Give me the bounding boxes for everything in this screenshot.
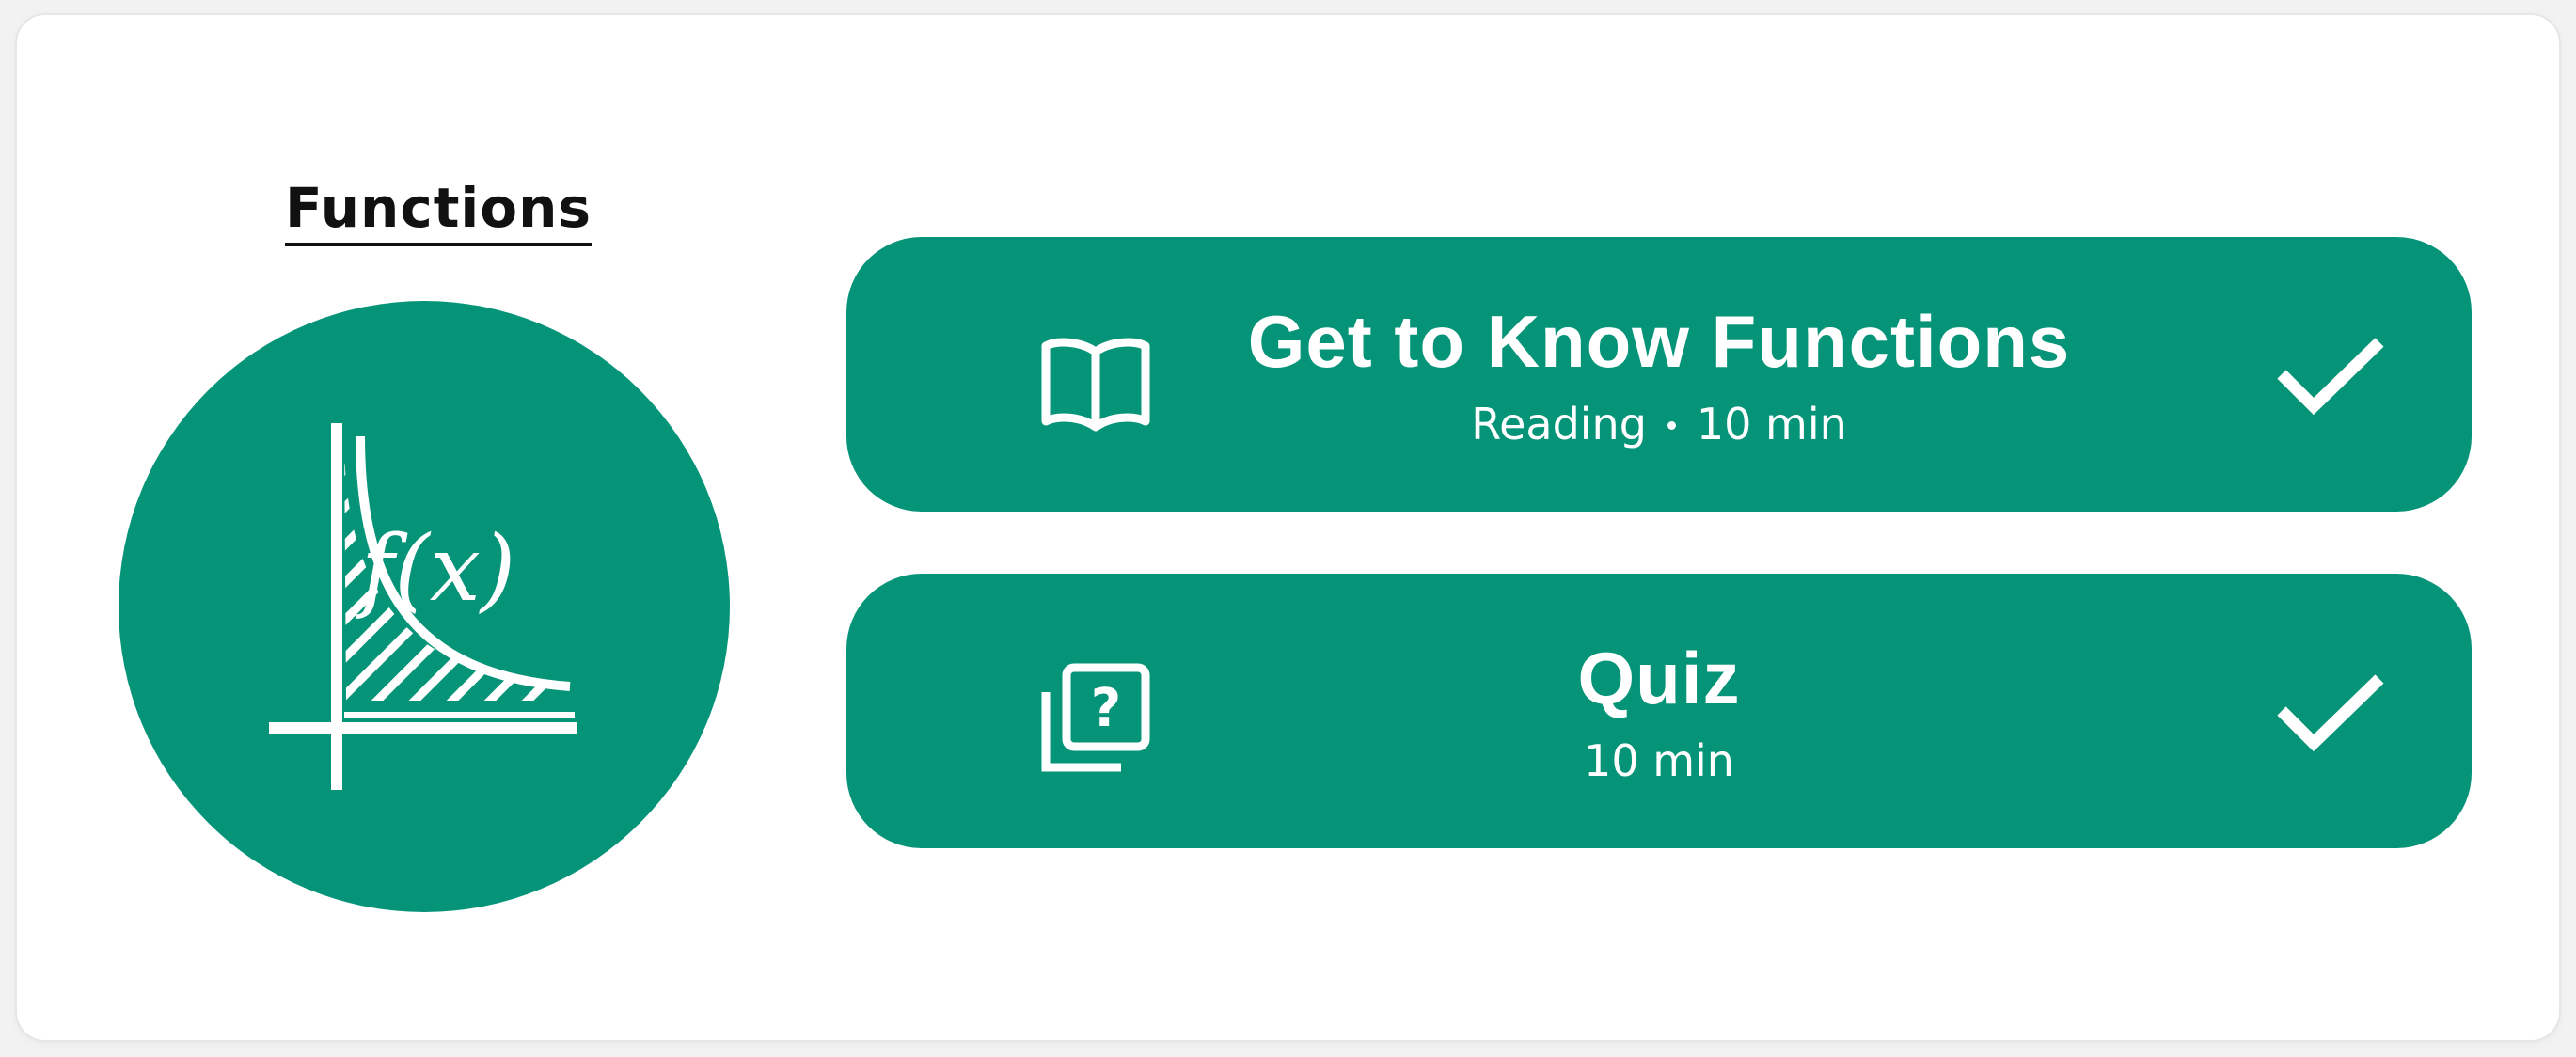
lesson-type: Reading	[1471, 399, 1647, 450]
topic-illustration: f(x)	[119, 301, 730, 912]
topic-card: Functions f(x) Get to Know Functions Rea…	[17, 15, 2559, 1040]
lesson-quiz-button[interactable]: ? Quiz 10 min	[846, 574, 2472, 848]
lesson-title: Get to Know Functions	[1247, 300, 2071, 383]
check-icon	[2277, 338, 2384, 416]
lesson-reading-button[interactable]: Get to Know Functions Reading 10 min	[846, 237, 2472, 512]
function-label: f(x)	[356, 516, 516, 622]
check-icon	[2277, 674, 2384, 752]
lesson-duration: 10 min	[1696, 399, 1847, 450]
lesson-duration: 10 min	[1584, 735, 1734, 786]
separator-dot	[1667, 421, 1676, 430]
lesson-title: Quiz	[1577, 637, 1741, 719]
function-graph-icon: f(x)	[269, 423, 577, 790]
lesson-meta: Reading 10 min	[1091, 402, 2227, 446]
topic-title: Functions	[285, 181, 592, 246]
